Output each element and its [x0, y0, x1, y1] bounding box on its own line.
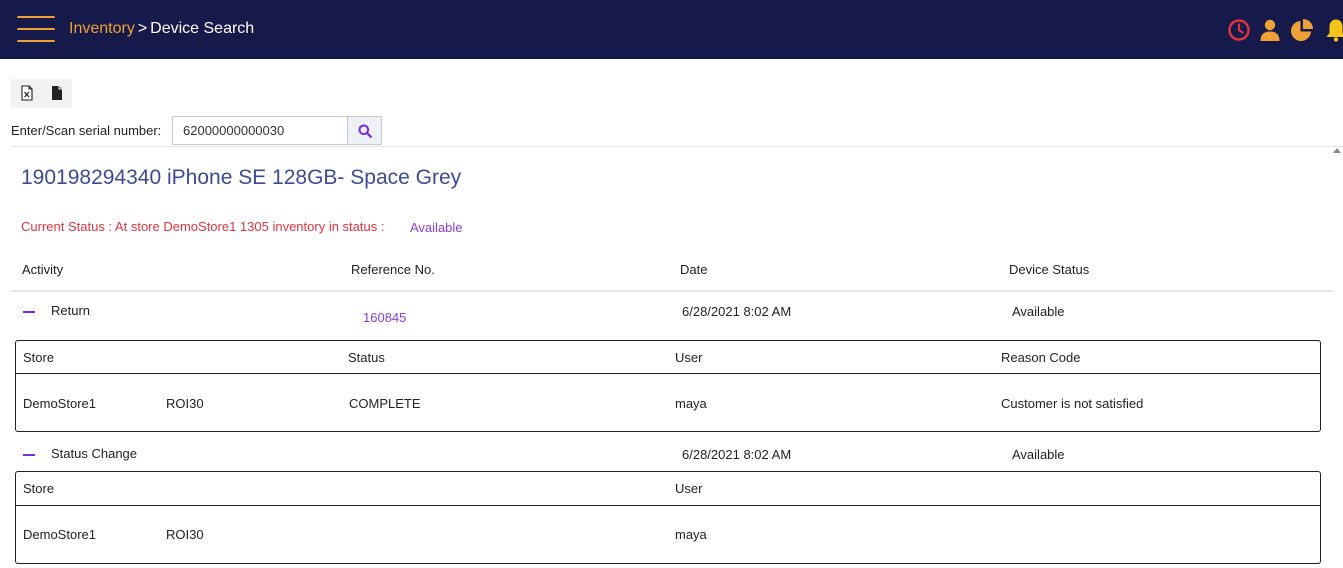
activity-date: 6/28/2021 8:02 AM	[682, 447, 792, 462]
detail-status: COMPLETE	[349, 396, 421, 411]
current-status-text: Current Status : At store DemoStore1 130…	[21, 219, 385, 234]
detail-user: maya	[675, 527, 707, 542]
detail-store: DemoStore1	[23, 527, 96, 542]
top-bar: Inventory > Device Search	[0, 0, 1343, 59]
detail-divider	[16, 373, 1320, 374]
header-divider	[11, 290, 1333, 292]
user-icon[interactable]	[1257, 17, 1283, 43]
activity-device-status: Available	[1012, 447, 1065, 462]
document-export-icon[interactable]	[49, 85, 65, 101]
breadcrumb: Inventory > Device Search	[69, 20, 254, 38]
detail-reason: Customer is not satisfied	[1001, 396, 1144, 411]
current-status-value: Available	[410, 220, 463, 235]
detail-header-status: Status	[348, 350, 385, 365]
detail-header-user: User	[675, 481, 703, 496]
detail-header-reason-code: Reason Code	[1001, 350, 1081, 365]
detail-divider	[16, 505, 1320, 506]
collapse-icon[interactable]	[23, 311, 35, 313]
bell-icon[interactable]	[1323, 17, 1343, 43]
export-toolbar	[11, 79, 72, 108]
detail-header-user: User	[675, 350, 703, 365]
pie-chart-icon[interactable]	[1289, 17, 1315, 43]
column-header-date: Date	[680, 262, 708, 277]
breadcrumb-inventory-link[interactable]: Inventory	[69, 20, 135, 37]
scroll-up-arrow-icon[interactable]	[1333, 148, 1341, 153]
activity-name: Return	[51, 303, 91, 318]
detail-header-store: Store	[23, 481, 55, 496]
detail-user: maya	[675, 396, 707, 411]
column-header-device-status: Device Status	[1009, 262, 1090, 277]
activity-device-status: Available	[1012, 304, 1065, 319]
detail-store-code: ROI30	[166, 396, 204, 411]
search-icon	[358, 124, 372, 138]
search-button[interactable]	[347, 116, 382, 145]
collapse-icon[interactable]	[23, 454, 35, 456]
serial-number-input[interactable]	[172, 116, 348, 145]
breadcrumb-current: Device Search	[150, 20, 255, 37]
hamburger-menu-icon[interactable]	[17, 16, 55, 42]
detail-store: DemoStore1	[23, 396, 96, 411]
excel-export-icon[interactable]	[19, 85, 35, 101]
column-header-activity: Activity	[22, 262, 64, 277]
activity-name: Status Change	[51, 446, 138, 461]
detail-store-code: ROI30	[166, 527, 204, 542]
device-title: 190198294340 iPhone SE 128GB- Space Grey	[21, 166, 462, 189]
clock-icon[interactable]	[1226, 17, 1252, 43]
detail-header-store: Store	[23, 350, 55, 365]
activity-date: 6/28/2021 8:02 AM	[682, 304, 792, 319]
column-header-reference: Reference No.	[351, 262, 435, 277]
reference-link[interactable]: 160845	[363, 310, 406, 325]
return-detail-table: Store Status User Reason Code DemoStore1…	[15, 340, 1321, 432]
status-change-detail-table: Store User DemoStore1 ROI30 maya	[15, 471, 1321, 564]
header-icons	[1226, 17, 1343, 43]
serial-number-label: Enter/Scan serial number:	[11, 123, 162, 138]
breadcrumb-separator: >	[137, 20, 148, 37]
